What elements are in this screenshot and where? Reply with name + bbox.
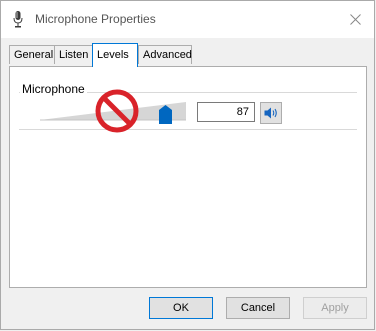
close-icon [349,13,361,25]
volume-slider-thumb[interactable] [159,105,172,124]
ok-button[interactable]: OK [149,297,213,319]
close-button[interactable] [342,7,368,31]
tab-listen[interactable]: Listen [54,45,93,64]
apply-button[interactable]: Apply [303,297,367,319]
levels-tab-panel: Microphone 87 [9,66,367,288]
microphone-group-label: Microphone [20,82,87,96]
microphone-icon [13,11,23,28]
mute-toggle-button[interactable] [260,102,282,124]
properties-dialog: Microphone Properties General Listen Lev… [0,0,375,330]
cancel-button[interactable]: Cancel [226,297,290,319]
no-entry-icon [95,89,139,133]
tab-levels[interactable]: Levels [92,43,138,67]
tab-general[interactable]: General [9,45,55,64]
window-title: Microphone Properties [35,12,156,26]
title-bar: Microphone Properties [1,1,374,38]
volume-level-field[interactable]: 87 [197,102,255,122]
tab-advanced[interactable]: Advanced [138,45,192,64]
speaker-icon [264,107,277,119]
